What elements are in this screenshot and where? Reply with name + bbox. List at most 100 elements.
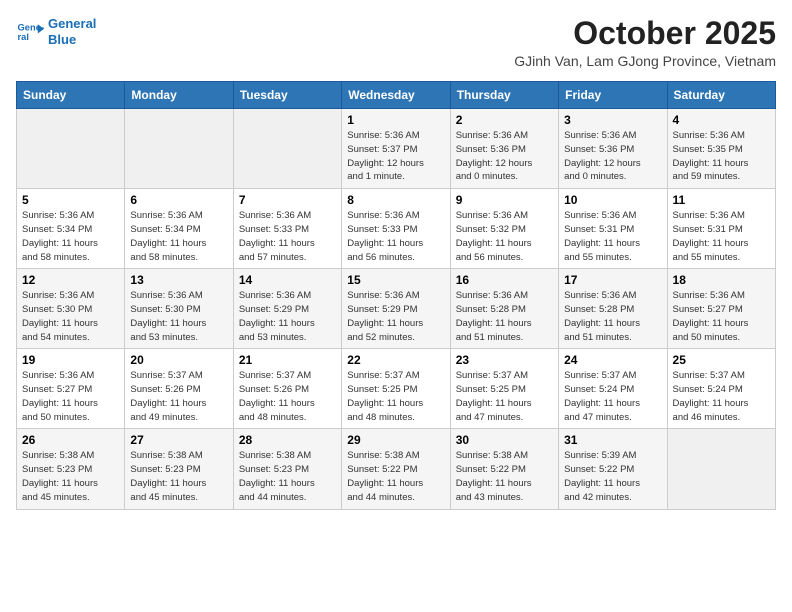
day-info: Sunrise: 5:36 AM Sunset: 5:31 PM Dayligh… bbox=[673, 209, 770, 264]
calendar-cell: 1 Sunrise: 5:36 AM Sunset: 5:37 PM Daylig… bbox=[342, 109, 450, 189]
calendar-cell: 29 Sunrise: 5:38 AM Sunset: 5:22 PM Dayli… bbox=[342, 429, 450, 509]
day-number: 22 bbox=[347, 353, 444, 367]
svg-text:ral: ral bbox=[18, 31, 29, 41]
title-section: October 2025 GJinh Van, Lam GJong Provin… bbox=[514, 16, 776, 69]
day-info: Sunrise: 5:36 AM Sunset: 5:33 PM Dayligh… bbox=[239, 209, 336, 264]
day-info: Sunrise: 5:38 AM Sunset: 5:23 PM Dayligh… bbox=[239, 449, 336, 504]
day-number: 26 bbox=[22, 433, 119, 447]
day-number: 31 bbox=[564, 433, 661, 447]
day-info: Sunrise: 5:38 AM Sunset: 5:22 PM Dayligh… bbox=[347, 449, 444, 504]
calendar-week-row: 12 Sunrise: 5:36 AM Sunset: 5:30 PM Dayli… bbox=[17, 269, 776, 349]
day-number: 11 bbox=[673, 193, 770, 207]
day-number: 23 bbox=[456, 353, 553, 367]
calendar-cell: 3 Sunrise: 5:36 AM Sunset: 5:36 PM Daylig… bbox=[559, 109, 667, 189]
day-info: Sunrise: 5:36 AM Sunset: 5:35 PM Dayligh… bbox=[673, 129, 770, 184]
day-number: 30 bbox=[456, 433, 553, 447]
calendar-week-row: 19 Sunrise: 5:36 AM Sunset: 5:27 PM Dayli… bbox=[17, 349, 776, 429]
calendar-cell: 28 Sunrise: 5:38 AM Sunset: 5:23 PM Dayli… bbox=[233, 429, 341, 509]
calendar-cell: 21 Sunrise: 5:37 AM Sunset: 5:26 PM Dayli… bbox=[233, 349, 341, 429]
column-header-saturday: Saturday bbox=[667, 82, 775, 109]
day-number: 1 bbox=[347, 113, 444, 127]
day-info: Sunrise: 5:37 AM Sunset: 5:24 PM Dayligh… bbox=[673, 369, 770, 424]
calendar-week-row: 26 Sunrise: 5:38 AM Sunset: 5:23 PM Dayli… bbox=[17, 429, 776, 509]
column-header-tuesday: Tuesday bbox=[233, 82, 341, 109]
column-header-sunday: Sunday bbox=[17, 82, 125, 109]
day-info: Sunrise: 5:36 AM Sunset: 5:29 PM Dayligh… bbox=[347, 289, 444, 344]
day-info: Sunrise: 5:37 AM Sunset: 5:24 PM Dayligh… bbox=[564, 369, 661, 424]
day-number: 19 bbox=[22, 353, 119, 367]
day-number: 16 bbox=[456, 273, 553, 287]
column-header-thursday: Thursday bbox=[450, 82, 558, 109]
calendar-cell: 11 Sunrise: 5:36 AM Sunset: 5:31 PM Dayli… bbox=[667, 189, 775, 269]
location-subtitle: GJinh Van, Lam GJong Province, Vietnam bbox=[514, 53, 776, 69]
calendar-cell: 14 Sunrise: 5:36 AM Sunset: 5:29 PM Dayli… bbox=[233, 269, 341, 349]
calendar-cell bbox=[125, 109, 233, 189]
day-number: 20 bbox=[130, 353, 227, 367]
logo-text-line1: General bbox=[48, 16, 96, 32]
day-number: 21 bbox=[239, 353, 336, 367]
day-number: 9 bbox=[456, 193, 553, 207]
calendar-cell: 20 Sunrise: 5:37 AM Sunset: 5:26 PM Dayli… bbox=[125, 349, 233, 429]
day-info: Sunrise: 5:37 AM Sunset: 5:26 PM Dayligh… bbox=[130, 369, 227, 424]
day-number: 15 bbox=[347, 273, 444, 287]
day-number: 27 bbox=[130, 433, 227, 447]
day-info: Sunrise: 5:37 AM Sunset: 5:25 PM Dayligh… bbox=[347, 369, 444, 424]
day-number: 28 bbox=[239, 433, 336, 447]
calendar-cell: 8 Sunrise: 5:36 AM Sunset: 5:33 PM Daylig… bbox=[342, 189, 450, 269]
column-header-friday: Friday bbox=[559, 82, 667, 109]
day-info: Sunrise: 5:36 AM Sunset: 5:37 PM Dayligh… bbox=[347, 129, 444, 184]
month-title: October 2025 bbox=[514, 16, 776, 51]
day-info: Sunrise: 5:36 AM Sunset: 5:31 PM Dayligh… bbox=[564, 209, 661, 264]
calendar-cell bbox=[233, 109, 341, 189]
header: Gene- ral General Blue October 2025 GJin… bbox=[16, 16, 776, 69]
day-number: 13 bbox=[130, 273, 227, 287]
day-number: 3 bbox=[564, 113, 661, 127]
calendar-cell: 4 Sunrise: 5:36 AM Sunset: 5:35 PM Daylig… bbox=[667, 109, 775, 189]
day-number: 18 bbox=[673, 273, 770, 287]
day-info: Sunrise: 5:36 AM Sunset: 5:32 PM Dayligh… bbox=[456, 209, 553, 264]
day-number: 10 bbox=[564, 193, 661, 207]
calendar-cell: 25Sunrise: 5:37 AM Sunset: 5:24 PM Dayli… bbox=[667, 349, 775, 429]
day-info: Sunrise: 5:38 AM Sunset: 5:22 PM Dayligh… bbox=[456, 449, 553, 504]
day-number: 6 bbox=[130, 193, 227, 207]
day-number: 14 bbox=[239, 273, 336, 287]
calendar-cell: 26Sunrise: 5:38 AM Sunset: 5:23 PM Dayli… bbox=[17, 429, 125, 509]
calendar-header-row: SundayMondayTuesdayWednesdayThursdayFrid… bbox=[17, 82, 776, 109]
day-info: Sunrise: 5:39 AM Sunset: 5:22 PM Dayligh… bbox=[564, 449, 661, 504]
logo-icon: Gene- ral bbox=[16, 18, 44, 46]
calendar-cell: 2 Sunrise: 5:36 AM Sunset: 5:36 PM Daylig… bbox=[450, 109, 558, 189]
calendar-cell bbox=[667, 429, 775, 509]
calendar-week-row: 5Sunrise: 5:36 AM Sunset: 5:34 PM Daylig… bbox=[17, 189, 776, 269]
day-number: 2 bbox=[456, 113, 553, 127]
calendar-cell: 19 Sunrise: 5:36 AM Sunset: 5:27 PM Dayli… bbox=[17, 349, 125, 429]
day-info: Sunrise: 5:36 AM Sunset: 5:33 PM Dayligh… bbox=[347, 209, 444, 264]
calendar-cell: 31 Sunrise: 5:39 AM Sunset: 5:22 PM Dayli… bbox=[559, 429, 667, 509]
calendar-cell: 22 Sunrise: 5:37 AM Sunset: 5:25 PM Dayli… bbox=[342, 349, 450, 429]
calendar-cell: 16 Sunrise: 5:36 AM Sunset: 5:28 PM Dayli… bbox=[450, 269, 558, 349]
day-info: Sunrise: 5:36 AM Sunset: 5:36 PM Dayligh… bbox=[564, 129, 661, 184]
day-info: Sunrise: 5:36 AM Sunset: 5:29 PM Dayligh… bbox=[239, 289, 336, 344]
day-info: Sunrise: 5:36 AM Sunset: 5:34 PM Dayligh… bbox=[130, 209, 227, 264]
day-info: Sunrise: 5:36 AM Sunset: 5:36 PM Dayligh… bbox=[456, 129, 553, 184]
calendar-cell: 12 Sunrise: 5:36 AM Sunset: 5:30 PM Dayli… bbox=[17, 269, 125, 349]
day-info: Sunrise: 5:36 AM Sunset: 5:27 PM Dayligh… bbox=[22, 369, 119, 424]
logo-text-line2: Blue bbox=[48, 32, 96, 48]
day-info: Sunrise: 5:37 AM Sunset: 5:25 PM Dayligh… bbox=[456, 369, 553, 424]
day-info: Sunrise: 5:36 AM Sunset: 5:34 PM Dayligh… bbox=[22, 209, 119, 264]
day-number: 29 bbox=[347, 433, 444, 447]
calendar-cell: 30 Sunrise: 5:38 AM Sunset: 5:22 PM Dayli… bbox=[450, 429, 558, 509]
day-number: 17 bbox=[564, 273, 661, 287]
day-info: Sunrise: 5:36 AM Sunset: 5:28 PM Dayligh… bbox=[456, 289, 553, 344]
calendar-cell: 9 Sunrise: 5:36 AM Sunset: 5:32 PM Daylig… bbox=[450, 189, 558, 269]
day-info: Sunrise: 5:37 AM Sunset: 5:26 PM Dayligh… bbox=[239, 369, 336, 424]
day-number: 8 bbox=[347, 193, 444, 207]
calendar-cell: 7Sunrise: 5:36 AM Sunset: 5:33 PM Daylig… bbox=[233, 189, 341, 269]
day-number: 12 bbox=[22, 273, 119, 287]
logo: Gene- ral General Blue bbox=[16, 16, 96, 47]
calendar-cell: 5Sunrise: 5:36 AM Sunset: 5:34 PM Daylig… bbox=[17, 189, 125, 269]
calendar-cell: 17Sunrise: 5:36 AM Sunset: 5:28 PM Dayli… bbox=[559, 269, 667, 349]
calendar-cell: 18Sunrise: 5:36 AM Sunset: 5:27 PM Dayli… bbox=[667, 269, 775, 349]
day-info: Sunrise: 5:36 AM Sunset: 5:30 PM Dayligh… bbox=[22, 289, 119, 344]
day-number: 4 bbox=[673, 113, 770, 127]
calendar-cell: 13Sunrise: 5:36 AM Sunset: 5:30 PM Dayli… bbox=[125, 269, 233, 349]
